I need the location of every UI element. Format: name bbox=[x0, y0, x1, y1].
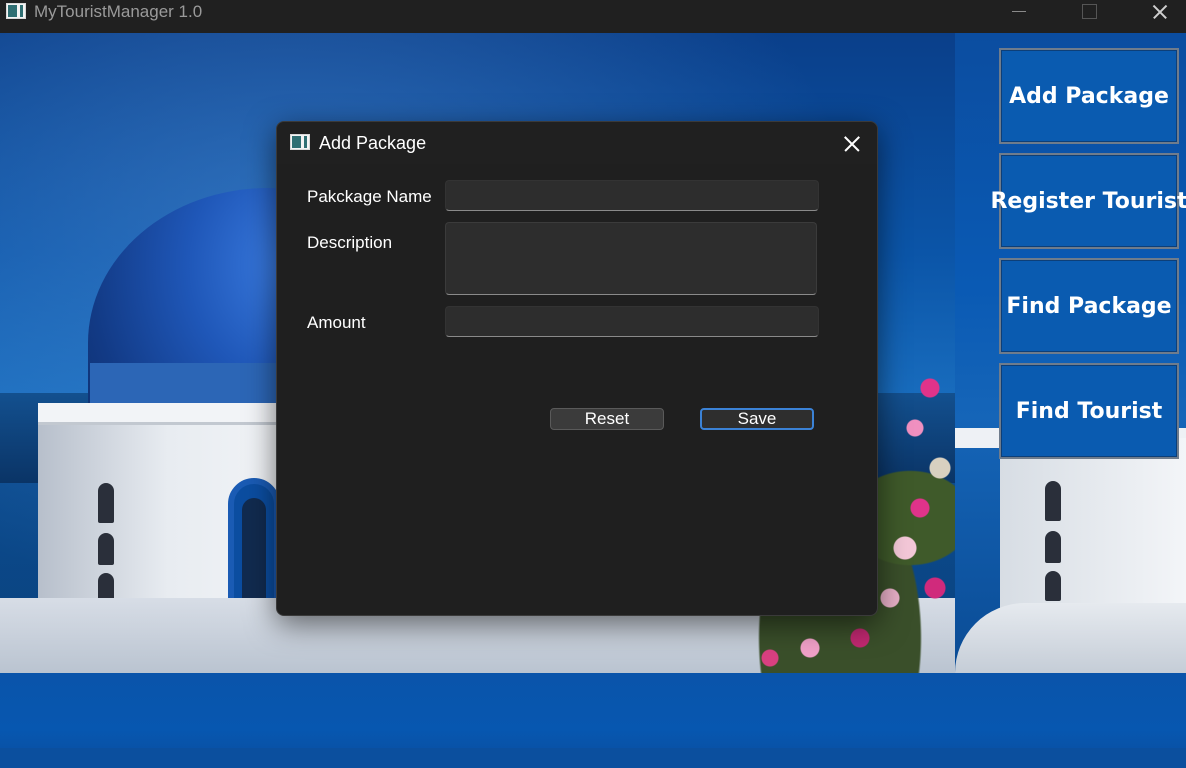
dialog-close-icon[interactable] bbox=[837, 132, 867, 156]
register-tourist-button[interactable]: Register Tourist bbox=[990, 153, 1186, 249]
add-package-dialog: Add Package Pakckage Name Description Am… bbox=[276, 121, 878, 616]
reset-button[interactable]: Reset bbox=[550, 408, 664, 430]
arched-window bbox=[228, 478, 280, 618]
amount-label: Amount bbox=[307, 313, 366, 332]
dialog-title-bar: Add Package bbox=[277, 122, 877, 164]
minimize-icon[interactable] bbox=[996, 0, 1042, 24]
package-name-label: Pakckage Name bbox=[307, 187, 432, 206]
app-window-icon bbox=[290, 134, 310, 150]
description-label: Description bbox=[307, 233, 393, 252]
dialog-title: Add Package bbox=[319, 133, 427, 153]
maximize-icon[interactable] bbox=[1066, 0, 1112, 24]
title-bar: MyTouristManager 1.0 bbox=[0, 0, 1186, 33]
app-window-icon bbox=[6, 3, 26, 19]
close-icon[interactable] bbox=[1136, 0, 1182, 24]
package-name-input[interactable] bbox=[445, 180, 819, 211]
save-button[interactable]: Save bbox=[700, 408, 814, 430]
description-textarea[interactable] bbox=[445, 222, 817, 295]
find-tourist-button[interactable]: Find Tourist bbox=[999, 363, 1179, 459]
add-package-button[interactable]: Add Package bbox=[999, 48, 1179, 144]
amount-input[interactable] bbox=[445, 306, 819, 337]
find-package-button[interactable]: Find Package bbox=[999, 258, 1179, 354]
app-title: MyTouristManager 1.0 bbox=[34, 2, 203, 21]
